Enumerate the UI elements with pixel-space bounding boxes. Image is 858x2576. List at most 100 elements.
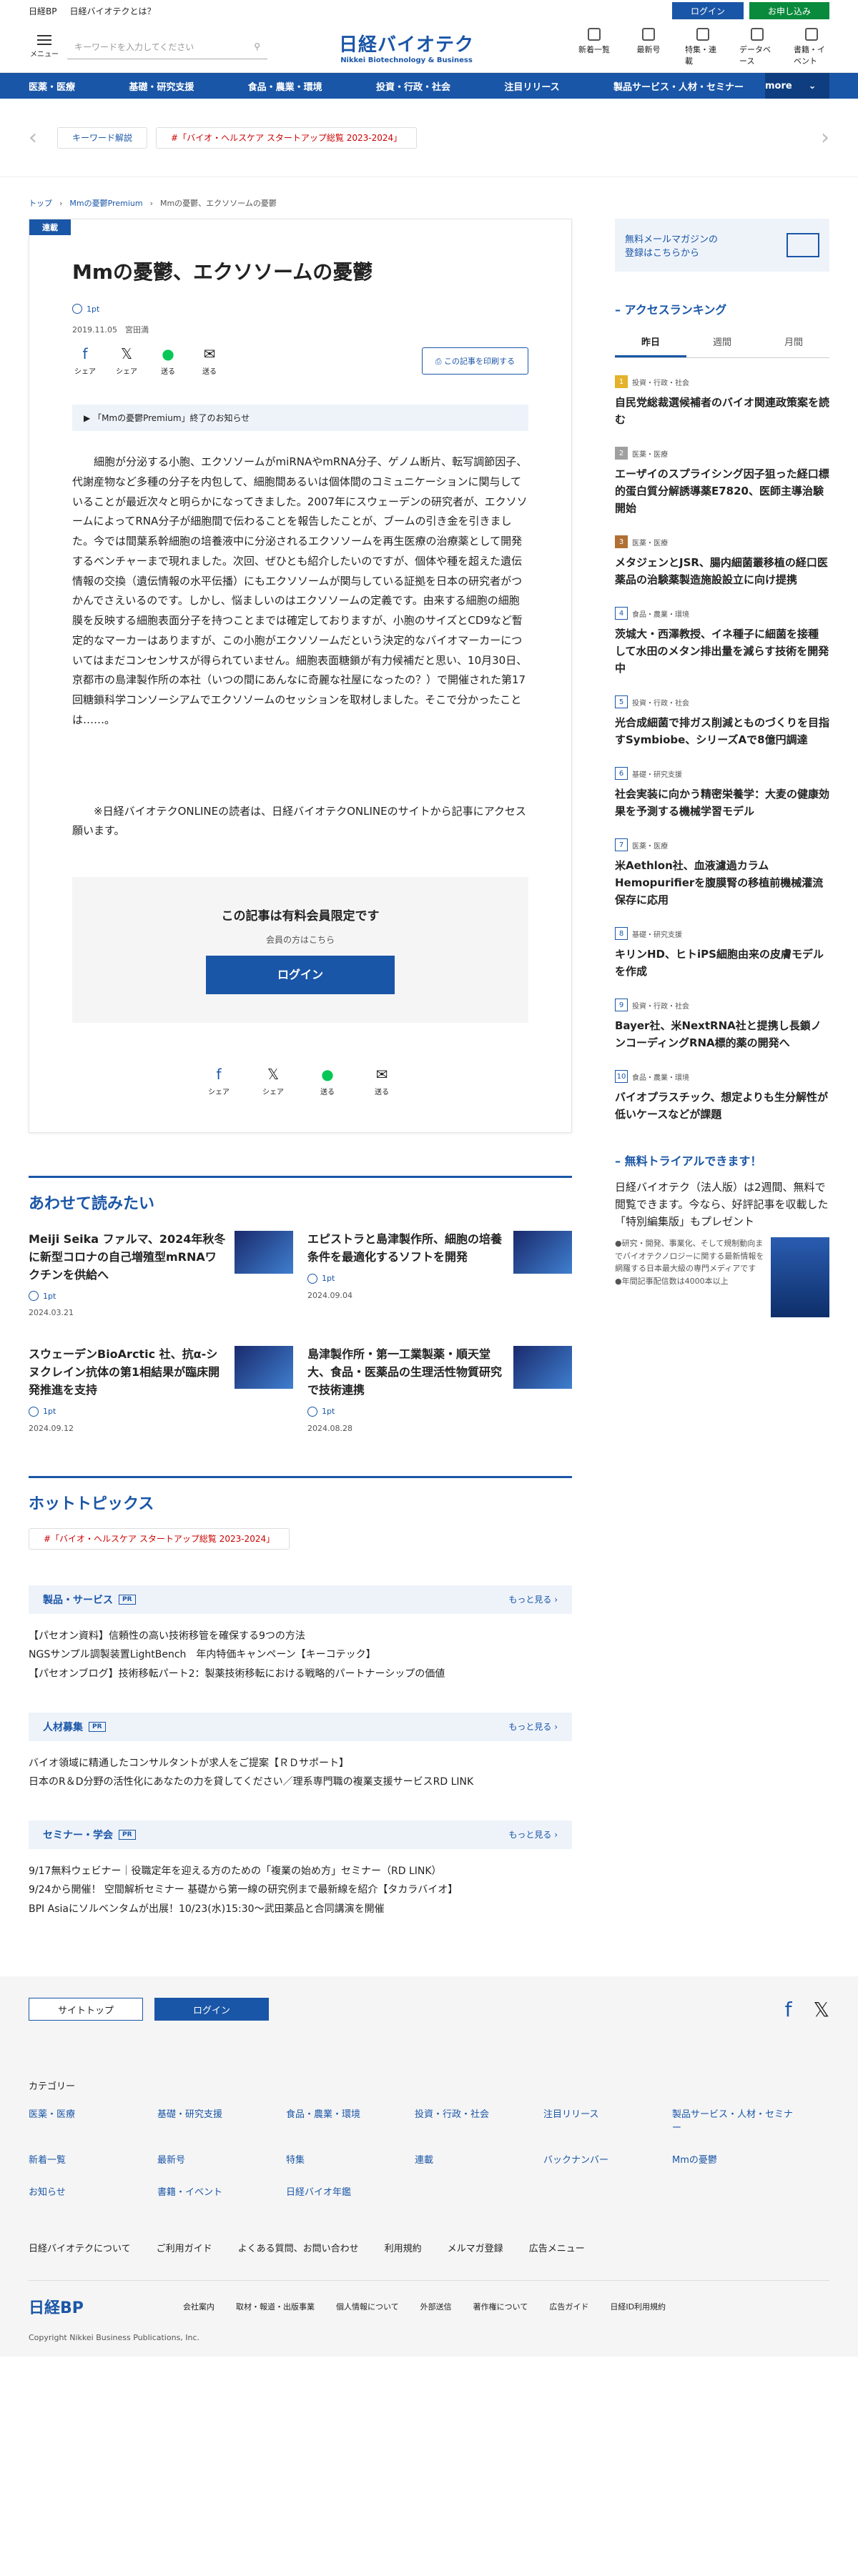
keyword-chip[interactable]: #「バイオ・ヘルスケア スタートアップ総覧 2023-2024」 bbox=[156, 127, 418, 149]
corp-link[interactable]: 日経ID利用規約 bbox=[610, 2301, 666, 2312]
ranking-item[interactable]: 7 医薬・医療 米Aethlon社、血液濾過カラムHemopurifierを腹膜腎の… bbox=[615, 838, 829, 908]
print-button[interactable]: ⎙ この記事を印刷する bbox=[421, 347, 528, 375]
nav-item[interactable]: 医薬・医療 bbox=[29, 79, 75, 93]
search-input[interactable]: キーワードを入力してください ⚲ bbox=[67, 35, 267, 59]
footer-login-button[interactable]: ログイン bbox=[154, 1998, 269, 2021]
corp-link[interactable]: 会社案内 bbox=[183, 2301, 214, 2312]
related-item[interactable]: Meiji Seika ファルマ、2024年秋冬に新型コロナの自己増殖型mRNA… bbox=[29, 1231, 293, 1317]
related-item[interactable]: 島津製作所・第一工業製薬・順天堂大、食品・医薬品の生理活性物質研究で技術連携 1p… bbox=[307, 1346, 572, 1433]
share-facebook[interactable]: f シェア bbox=[206, 1066, 232, 1096]
more-link[interactable]: もっと見る › bbox=[508, 1828, 558, 1841]
hot-chip[interactable]: #「バイオ・ヘルスケア スタートアップ総覧 2023-2024」 bbox=[29, 1527, 290, 1550]
chevron-right-icon[interactable]: › bbox=[801, 125, 829, 150]
trial-text[interactable]: 日経バイオテク（法人版）は2週間、無料で閲覧できます。今なら、好評記事を収載した… bbox=[615, 1179, 829, 1230]
share-x[interactable]: 𝕏 シェア bbox=[114, 345, 139, 376]
share-facebook[interactable]: f シェア bbox=[72, 345, 98, 376]
x-icon[interactable]: 𝕏 bbox=[813, 1998, 829, 2021]
magazine-cover[interactable] bbox=[771, 1237, 829, 1317]
site-top-button[interactable]: サイトトップ bbox=[29, 1998, 143, 2021]
ranking-item[interactable]: 2 医薬・医療 エーザイのスプライシング因子狙った経口標的蛋白質分解誘導薬E7820… bbox=[615, 447, 829, 517]
tab-monthly[interactable]: 月間 bbox=[758, 327, 829, 357]
share-x[interactable]: 𝕏 シェア bbox=[260, 1066, 286, 1096]
category-link[interactable]: Mmの憂鬱 bbox=[672, 2152, 801, 2166]
corp-link[interactable]: 外部送信 bbox=[420, 2301, 452, 2312]
pr-item[interactable]: 【パセオン資料】信頼性の高い技術移管を確保する9つの方法 bbox=[29, 1627, 572, 1646]
corp-logo[interactable]: 日経BP bbox=[29, 2295, 183, 2318]
share-mail[interactable]: ✉ 送る bbox=[197, 345, 222, 376]
nav-item[interactable]: 注目リリース bbox=[504, 79, 559, 93]
category-link[interactable]: 注目リリース bbox=[543, 2106, 672, 2134]
nav-item[interactable]: 製品サービス・人材・セミナー bbox=[613, 79, 744, 93]
share-line[interactable]: ● 送る bbox=[315, 1066, 340, 1096]
category-link[interactable]: バックナンバー bbox=[543, 2152, 672, 2166]
ranking-item[interactable]: 1 投資・行政・社会 自民党総裁選候補者のバイオ関連政策案を読む bbox=[615, 375, 829, 428]
ranking-item[interactable]: 6 基礎・研究支援 社会実装に向かう精密栄養学：大麦の健康効果を予測する機械学習モデ… bbox=[615, 767, 829, 820]
share-line[interactable]: ● 送る bbox=[155, 345, 181, 376]
header-link-features[interactable]: 特集・連載 bbox=[685, 27, 721, 66]
corp-link[interactable]: 広告ガイド bbox=[549, 2301, 588, 2312]
paywall-login-button[interactable]: ログイン bbox=[206, 956, 395, 994]
ranking-item[interactable]: 4 食品・農業・環境 茨城大・西澤教授、イネ種子に細菌を接種して水田のメタン排出量を… bbox=[615, 607, 829, 677]
header-link-latest[interactable]: 最新号 bbox=[631, 27, 666, 66]
ranking-item[interactable]: 9 投資・行政・社会 Bayer社、米NextRNA社と提携し長鎖ノンコーディングR… bbox=[615, 999, 829, 1051]
category-link[interactable]: 書籍・イベント bbox=[157, 2184, 286, 2198]
category-link[interactable]: 特集 bbox=[286, 2152, 415, 2166]
more-link[interactable]: もっと見る › bbox=[508, 1720, 558, 1733]
ranking-item[interactable]: 5 投資・行政・社会 光合成細菌で排ガス削減とものづくりを目指すSymbiobe、シ… bbox=[615, 695, 829, 748]
header-link-events[interactable]: 書籍・イベント bbox=[794, 27, 829, 66]
tab-weekly[interactable]: 週間 bbox=[686, 327, 758, 357]
ranking-item[interactable]: 3 医薬・医療 メタジェンとJSR、腸内細菌叢移植の経口医薬品の治験薬製造施設設立に… bbox=[615, 535, 829, 588]
footer-link[interactable]: 広告メニュー bbox=[529, 2241, 585, 2254]
footer-link[interactable]: よくある質問、お問い合わせ bbox=[238, 2241, 359, 2254]
keyword-chip[interactable]: キーワード解説 bbox=[57, 127, 148, 149]
login-button[interactable]: ログイン bbox=[671, 2, 744, 19]
chevron-left-icon[interactable]: ‹ bbox=[29, 125, 57, 150]
brand-link[interactable]: 日経BP bbox=[29, 5, 56, 17]
apply-button[interactable]: お申し込み bbox=[749, 2, 829, 19]
category-link[interactable]: 最新号 bbox=[157, 2152, 286, 2166]
about-link[interactable]: 日経バイオテクとは？ bbox=[69, 5, 155, 17]
search-icon[interactable]: ⚲ bbox=[254, 41, 260, 51]
pr-item[interactable]: 日本のR＆D分野の活性化にあなたの力を貸してください／理系専門職の複業支援サービ… bbox=[29, 1773, 572, 1792]
tab-daily[interactable]: 昨日 bbox=[615, 327, 686, 357]
nav-item[interactable]: 投資・行政・社会 bbox=[376, 79, 450, 93]
pr-item[interactable]: 【パセオンブログ】技術移転パート2：製薬技術移転における戦略的パートナーシップの… bbox=[29, 1665, 572, 1684]
category-link[interactable]: 連載 bbox=[415, 2152, 543, 2166]
header-link-database[interactable]: データベース bbox=[739, 27, 775, 66]
notice-link[interactable]: ▶ 「Mmの憂鬱Premium」終了のお知らせ bbox=[72, 405, 528, 431]
mail-banner[interactable]: 無料メールマガジンの 登録はこちらから bbox=[615, 219, 829, 272]
pr-item[interactable]: 9/24から開催！ 空間解析セミナー 基礎から第一線の研究例まで最新線を紹介【タ… bbox=[29, 1881, 572, 1900]
corp-link[interactable]: 著作権について bbox=[473, 2301, 528, 2312]
category-link[interactable]: 医薬・医療 bbox=[29, 2106, 157, 2134]
pr-item[interactable]: バイオ領域に精通したコンサルタントが求人をご提案【ＲＤサポート】 bbox=[29, 1754, 572, 1773]
corp-link[interactable]: 個人情報について bbox=[336, 2301, 399, 2312]
footer-link[interactable]: 利用規約 bbox=[385, 2241, 422, 2254]
breadcrumb-series[interactable]: Mmの憂鬱Premium bbox=[69, 197, 142, 209]
share-mail[interactable]: ✉ 送る bbox=[369, 1066, 395, 1096]
ranking-item[interactable]: 8 基礎・研究支援 キリンHD、ヒトiPS細胞由来の皮膚モデルを作成 bbox=[615, 927, 829, 980]
corp-link[interactable]: 取材・報道・出版事業 bbox=[236, 2301, 315, 2312]
site-logo[interactable]: 日経バイオテク Nikkei Biotechnology & Business bbox=[339, 30, 474, 64]
related-item[interactable]: エピストラと島津製作所、細胞の培養条件を最適化するソフトを開発 1pt 2024.0… bbox=[307, 1231, 572, 1317]
more-link[interactable]: もっと見る › bbox=[508, 1593, 558, 1605]
menu-button[interactable]: メニュー bbox=[29, 35, 60, 59]
ranking-item[interactable]: 10 食品・農業・環境 バイオプラスチック、想定よりも生分解性が低いケースなどが課題 bbox=[615, 1070, 829, 1123]
pr-item[interactable]: 9/17無料ウェビナー｜役職定年を迎える方のための「複業の始め方」セミナー（RD… bbox=[29, 1862, 572, 1881]
footer-link[interactable]: 日経バイオテクについて bbox=[29, 2241, 131, 2254]
nav-item[interactable]: 食品・農業・環境 bbox=[248, 79, 322, 93]
category-link[interactable]: 投資・行政・社会 bbox=[415, 2106, 543, 2134]
pr-item[interactable]: BPI Asiaにソルベンタムが出展！10/23(水)15:30～武田薬品と合同… bbox=[29, 1900, 572, 1919]
category-link[interactable]: 日経バイオ年鑑 bbox=[286, 2184, 415, 2198]
nav-item[interactable]: 基礎・研究支援 bbox=[129, 79, 194, 93]
category-link[interactable]: 製品サービス・人材・セミナー bbox=[672, 2106, 801, 2134]
facebook-icon[interactable]: f bbox=[785, 1998, 792, 2021]
category-link[interactable]: お知らせ bbox=[29, 2184, 157, 2198]
related-item[interactable]: スウェーデンBioArctic 社、抗α-シヌクレイン抗体の第1相結果が臨床開発… bbox=[29, 1346, 293, 1433]
footer-link[interactable]: ご利用ガイド bbox=[157, 2241, 212, 2254]
breadcrumb-home[interactable]: トップ bbox=[29, 197, 52, 209]
footer-link[interactable]: メルマガ登録 bbox=[448, 2241, 503, 2254]
header-link-new[interactable]: 新着一覧 bbox=[576, 27, 612, 66]
nav-more[interactable]: more ⌄ bbox=[765, 73, 829, 99]
category-link[interactable]: 新着一覧 bbox=[29, 2152, 157, 2166]
category-link[interactable]: 基礎・研究支援 bbox=[157, 2106, 286, 2134]
